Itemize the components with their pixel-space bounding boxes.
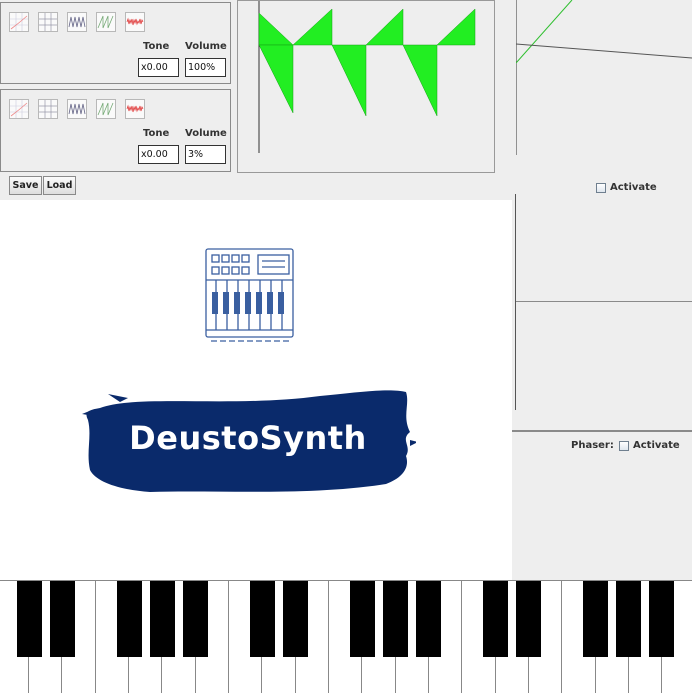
volume-field[interactable]: 100% <box>185 58 226 77</box>
sawtooth-wave-button[interactable] <box>96 99 116 119</box>
tone-label: Tone <box>143 41 170 52</box>
phaser-activate-label: Activate <box>633 440 680 451</box>
square-wave-button[interactable] <box>38 99 58 119</box>
black-key[interactable] <box>117 581 142 657</box>
square-wave-button[interactable] <box>38 12 58 32</box>
black-key[interactable] <box>583 581 608 657</box>
piano-keyboard <box>0 580 692 693</box>
square-wave-icon <box>39 100 57 118</box>
triangle-wave-icon <box>68 16 86 28</box>
triangle-wave-icon <box>68 103 86 115</box>
black-key[interactable] <box>283 581 308 657</box>
phaser-activate-checkbox[interactable] <box>619 441 629 451</box>
oscillator-panel-2: Tone Volume x0.00 3% <box>0 89 231 172</box>
black-key[interactable] <box>649 581 674 657</box>
phaser-separator <box>512 430 692 432</box>
noise-wave-button[interactable] <box>125 99 145 119</box>
fx-separator <box>516 301 692 302</box>
oscillator-panel-1: Tone Volume x0.00 100% <box>0 2 231 84</box>
waveform-graph <box>258 1 476 153</box>
black-key[interactable] <box>250 581 275 657</box>
sawtooth-wave-icon <box>97 102 114 116</box>
sine-wave-button[interactable] <box>9 99 29 119</box>
phaser-label: Phaser: <box>571 440 614 451</box>
noise-wave-icon <box>126 104 144 113</box>
sine-wave-icon <box>10 13 28 31</box>
black-key[interactable] <box>483 581 508 657</box>
synth-keyboard-icon <box>205 248 294 342</box>
save-button[interactable]: Save <box>9 176 42 195</box>
top-activate-checkbox[interactable] <box>596 183 606 193</box>
fx-vertical-divider <box>515 194 516 410</box>
black-key[interactable] <box>383 581 408 657</box>
envelope-axis-line <box>515 43 692 59</box>
logo-text: DeustoSynth <box>129 419 367 457</box>
black-key[interactable] <box>416 581 441 657</box>
envelope-graph <box>515 0 692 155</box>
sawtooth-wave-icon <box>97 15 114 29</box>
black-key[interactable] <box>516 581 541 657</box>
volume-label: Volume <box>185 128 227 139</box>
volume-label: Volume <box>185 41 227 52</box>
black-key[interactable] <box>350 581 375 657</box>
tone-field[interactable]: x0.00 <box>138 58 179 77</box>
logo-area: DeustoSynth <box>0 200 512 580</box>
triangle-wave-button[interactable] <box>67 99 87 119</box>
load-button[interactable]: Load <box>43 176 76 195</box>
volume-field[interactable]: 3% <box>185 145 226 164</box>
sawtooth-wave-button[interactable] <box>96 12 116 32</box>
envelope-attack-line <box>515 0 573 64</box>
tone-label: Tone <box>143 128 170 139</box>
envelope-canvas <box>515 0 692 155</box>
black-key[interactable] <box>50 581 75 657</box>
sine-wave-icon <box>10 100 28 118</box>
waveform-trace <box>258 8 476 117</box>
square-wave-icon <box>39 13 57 31</box>
sine-wave-button[interactable] <box>9 12 29 32</box>
noise-wave-button[interactable] <box>125 12 145 32</box>
black-key[interactable] <box>17 581 42 657</box>
triangle-wave-button[interactable] <box>67 12 87 32</box>
effects-panel: Activate Phaser: Activate <box>512 172 692 580</box>
waveform-display <box>237 0 495 173</box>
black-key[interactable] <box>616 581 641 657</box>
noise-wave-icon <box>126 17 144 26</box>
black-key[interactable] <box>183 581 208 657</box>
black-key[interactable] <box>150 581 175 657</box>
top-activate-label: Activate <box>610 182 657 193</box>
tone-field[interactable]: x0.00 <box>138 145 179 164</box>
